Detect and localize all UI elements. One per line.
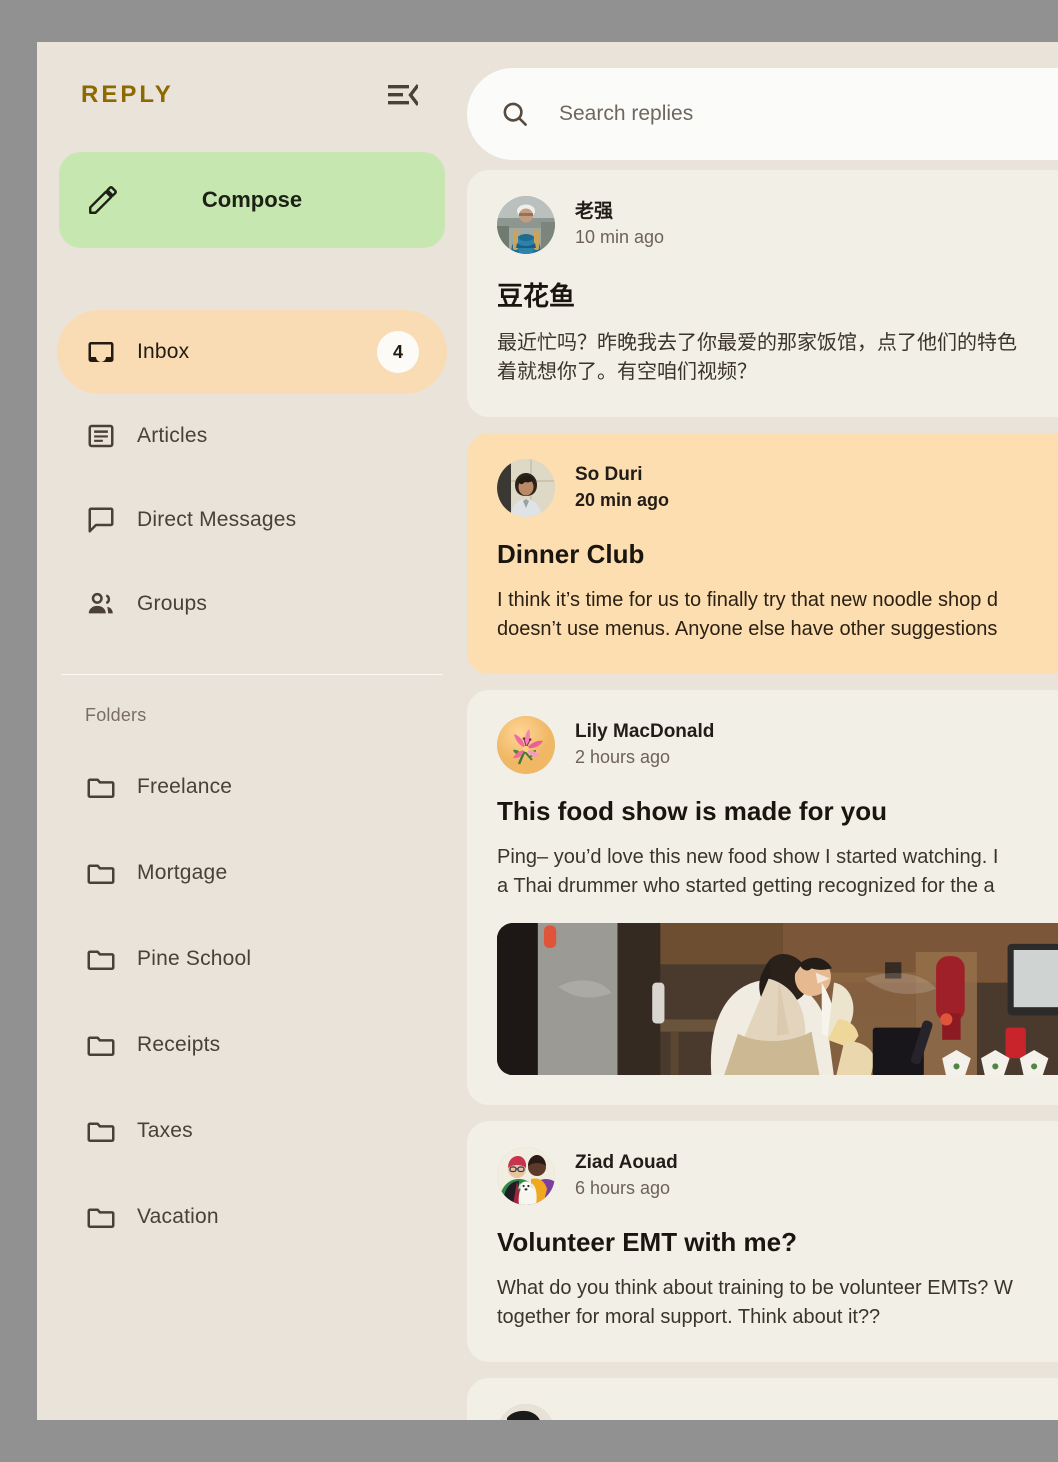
sidebar-item-direct-messages[interactable]: Direct Messages: [57, 478, 447, 562]
email-timestamp: 2 hours ago: [575, 747, 671, 768]
sidebar-folders: Freelance Mortgage Pine School Receipts: [57, 744, 447, 1260]
sidebar-folder-label: Freelance: [137, 775, 233, 798]
folder-icon: [85, 943, 117, 975]
sidebar-folder-pine-school[interactable]: Pine School: [57, 916, 447, 1002]
email-card[interactable]: [467, 1378, 1058, 1420]
main-panel: 老强 10 min ago 豆花鱼 最近忙吗？昨晚我去了你最爱的那家饭馆，点了他…: [467, 42, 1058, 1420]
email-card-header: 老强 10 min ago: [497, 196, 1058, 254]
email-card[interactable]: 老强 10 min ago 豆花鱼 最近忙吗？昨晚我去了你最爱的那家饭馆，点了他…: [467, 170, 1058, 417]
email-card-header: Ziad Aouad 6 hours ago: [497, 1147, 1058, 1205]
inbox-icon: [85, 336, 117, 368]
email-list: 老强 10 min ago 豆花鱼 最近忙吗？昨晚我去了你最爱的那家饭馆，点了他…: [467, 170, 1058, 1420]
people-icon: [85, 588, 117, 620]
avatar-photo-partial: [497, 1404, 555, 1420]
email-preview: I think it’s time for us to finally try …: [497, 586, 1058, 644]
compose-button-label: Compose: [201, 187, 303, 212]
folder-icon: [85, 1201, 117, 1233]
email-card[interactable]: Lily MacDonald 2 hours ago This food sho…: [467, 690, 1058, 1105]
sidebar-folder-label: Vacation: [137, 1205, 219, 1228]
sidebar-nav: Inbox 4 Articles Direct Messages Groups: [57, 310, 447, 646]
email-subject: This food show is made for you: [497, 796, 888, 826]
email-subject: Dinner Club: [497, 539, 645, 569]
email-card[interactable]: So Duri 20 min ago Dinner Club I think i…: [467, 433, 1058, 674]
email-preview-line: doesn’t use menus. Anyone else have othe…: [497, 618, 998, 640]
email-sender: 老强: [575, 200, 614, 222]
sidebar-folder-mortgage[interactable]: Mortgage: [57, 830, 447, 916]
sidebar-item-inbox[interactable]: Inbox 4: [57, 310, 447, 394]
email-card-header: [497, 1404, 1058, 1420]
email-card-meta: 老强 10 min ago: [575, 200, 664, 251]
email-preview-line: 最近忙吗？昨晚我去了你最爱的那家饭馆，点了他们的特色: [497, 332, 1017, 354]
folder-icon: [85, 771, 117, 803]
folder-icon: [85, 857, 117, 889]
sidebar-item-label: Articles: [137, 424, 208, 447]
email-preview: Ping– you’d love this new food show I st…: [497, 843, 1058, 901]
email-preview-line: 着就想你了。有空咱们视频？: [497, 361, 757, 383]
sidebar-folder-freelance[interactable]: Freelance: [57, 744, 447, 830]
email-card-meta: Ziad Aouad 6 hours ago: [575, 1151, 678, 1202]
sidebar-header: REPLY: [57, 42, 447, 148]
email-preview-line: together for moral support. Think about …: [497, 1306, 881, 1328]
sidebar-item-label: Groups: [137, 592, 208, 615]
email-timestamp: 10 min ago: [575, 227, 665, 248]
sidebar-item-articles[interactable]: Articles: [57, 394, 447, 478]
email-card[interactable]: Ziad Aouad 6 hours ago Volunteer EMT wit…: [467, 1121, 1058, 1362]
folder-icon: [85, 1115, 117, 1147]
app-brand-title: REPLY: [81, 81, 174, 108]
avatar-illustration-couple-dog: [497, 1147, 555, 1205]
menu-open-icon[interactable]: [383, 75, 423, 115]
avatar-photo-man-cap: [497, 196, 555, 254]
pencil-icon: [85, 182, 121, 218]
article-icon: [85, 420, 117, 452]
search-icon: [499, 98, 531, 130]
email-preview-line: What do you think about training to be v…: [497, 1277, 1013, 1299]
search-bar[interactable]: [467, 68, 1058, 160]
email-sender: Ziad Aouad: [575, 1151, 678, 1173]
email-preview-line: a Thai drummer who started getting recog…: [497, 875, 995, 897]
sidebar-folder-taxes[interactable]: Taxes: [57, 1088, 447, 1174]
folder-icon: [85, 1029, 117, 1061]
email-preview-line: Ping– you’d love this new food show I st…: [497, 846, 999, 868]
avatar-photo-person-wall: [497, 459, 555, 517]
sidebar-folder-label: Mortgage: [137, 861, 228, 884]
email-timestamp: 20 min ago: [575, 490, 670, 511]
email-card-meta: Lily MacDonald 2 hours ago: [575, 720, 714, 771]
email-card-header: So Duri 20 min ago: [497, 459, 1058, 517]
sidebar-item-groups[interactable]: Groups: [57, 562, 447, 646]
sidebar-folder-label: Pine School: [137, 947, 252, 970]
email-preview: 最近忙吗？昨晚我去了你最爱的那家饭馆，点了他们的特色 着就想你了。有空咱们视频？: [497, 329, 1058, 387]
search-input[interactable]: [559, 102, 979, 126]
sidebar: REPLY Compose Inbox 4 Articles Direct Me…: [37, 42, 467, 1420]
email-sender: So Duri: [575, 463, 643, 485]
avatar-illustration-lily-flower: [497, 716, 555, 774]
sidebar-folder-vacation[interactable]: Vacation: [57, 1174, 447, 1260]
email-preview: What do you think about training to be v…: [497, 1274, 1058, 1332]
email-card-header: Lily MacDonald 2 hours ago: [497, 716, 1058, 774]
sidebar-folder-receipts[interactable]: Receipts: [57, 1002, 447, 1088]
email-timestamp: 6 hours ago: [575, 1178, 671, 1199]
app-window: REPLY Compose Inbox 4 Articles Direct Me…: [37, 42, 1058, 1420]
inbox-unread-badge: 4: [377, 331, 419, 373]
email-subject: 豆花鱼: [497, 281, 576, 311]
sidebar-folder-label: Receipts: [137, 1033, 221, 1056]
chat-bubble-icon: [85, 504, 117, 536]
attachment-photo-chef-kitchen[interactable]: [497, 923, 1058, 1075]
sidebar-item-label: Inbox: [137, 340, 190, 363]
email-preview-line: I think it’s time for us to finally try …: [497, 589, 998, 611]
sidebar-item-label: Direct Messages: [137, 508, 297, 531]
compose-button[interactable]: Compose: [59, 152, 445, 248]
email-sender: Lily MacDonald: [575, 720, 715, 742]
email-subject: Volunteer EMT with me?: [497, 1227, 797, 1257]
folders-section-label: Folders: [85, 705, 147, 725]
email-card-meta: So Duri 20 min ago: [575, 463, 669, 514]
sidebar-folder-label: Taxes: [137, 1119, 193, 1142]
